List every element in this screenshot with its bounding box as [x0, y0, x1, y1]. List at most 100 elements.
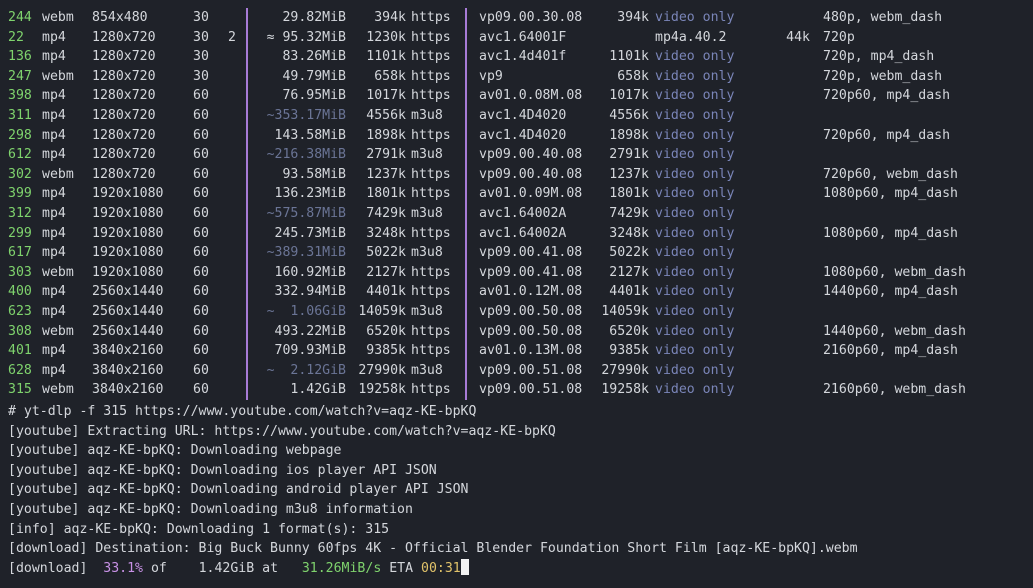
- format-vcodec: av01.0.12M.08: [479, 284, 583, 300]
- format-proto: https: [411, 29, 451, 45]
- format-proto: https: [411, 323, 451, 339]
- log-line: [youtube] aqz-KE-bpKQ: Downloading ios p…: [8, 462, 437, 478]
- format-id: 22: [8, 29, 24, 45]
- format-fps: 60: [193, 166, 209, 182]
- format-vbr: 1101k: [609, 49, 649, 65]
- format-acodec: video only: [655, 166, 735, 182]
- format-ext: mp4: [42, 225, 66, 241]
- format-res: 1280x720: [92, 68, 156, 84]
- eta-label: ETA: [389, 561, 414, 576]
- format-vcodec: av01.0.09M.08: [479, 186, 583, 202]
- format-vbr: 27990k: [601, 362, 649, 378]
- format-fps: 60: [193, 225, 209, 241]
- format-proto: m3u8: [411, 147, 443, 163]
- format-ext: webm: [42, 68, 74, 84]
- format-res: 2560x1440: [92, 284, 164, 300]
- format-size: ~353.17MiB: [266, 108, 346, 123]
- format-size: 76.95MiB: [282, 88, 346, 104]
- format-tbr: 2791k: [366, 147, 406, 163]
- format-id: 315: [8, 382, 32, 398]
- format-res: 1280x720: [92, 88, 156, 104]
- format-acodec: video only: [655, 245, 735, 261]
- format-ext: mp4: [42, 88, 66, 104]
- log-line: [youtube] aqz-KE-bpKQ: Downloading webpa…: [8, 443, 342, 459]
- format-fps: 30: [193, 49, 209, 65]
- format-vbr: 7429k: [609, 206, 649, 221]
- format-vcodec: vp09.00.51.08: [479, 362, 583, 378]
- terminal-window[interactable]: 244 webm 854x480 30 29.82MiB 394k https vp09.00…: [0, 0, 1033, 588]
- format-ch: 2: [228, 29, 236, 45]
- format-size: 332.94MiB: [274, 284, 346, 300]
- format-acodec: video only: [655, 10, 735, 25]
- format-more: 720p, webm_dash: [823, 68, 943, 84]
- format-vbr: 2791k: [609, 147, 649, 163]
- format-more: 1080p60, mp4_dash: [823, 186, 958, 202]
- format-res: 1920x1080: [92, 206, 164, 221]
- format-res: 1920x1080: [92, 264, 164, 280]
- format-acodec: video only: [655, 147, 735, 163]
- format-tbr: 4556k: [366, 108, 406, 123]
- format-more: 720p, mp4_dash: [823, 49, 935, 65]
- format-acodec: video only: [655, 68, 735, 84]
- format-ext: webm: [42, 382, 74, 398]
- format-vcodec: vp09.00.40.08: [479, 166, 583, 182]
- format-res: 1280x720: [92, 108, 156, 123]
- format-id: 299: [8, 225, 32, 241]
- format-tbr: 1237k: [366, 166, 406, 182]
- format-row: 303 webm 1920x1080 60 160.92MiB 2127k https vp0…: [0, 263, 1033, 283]
- log-line: [youtube] aqz-KE-bpKQ: Downloading andro…: [8, 482, 469, 498]
- format-proto: https: [411, 186, 451, 202]
- format-ext: mp4: [42, 343, 66, 359]
- format-fps: 60: [193, 284, 209, 300]
- format-vcodec: vp09.00.40.08: [479, 147, 583, 163]
- log-line: [youtube] aqz-KE-bpKQ: Downloading m3u8 …: [8, 502, 413, 517]
- format-id: 401: [8, 343, 32, 359]
- format-size: 83.26MiB: [282, 49, 346, 65]
- format-ext: webm: [42, 10, 74, 25]
- format-fps: 60: [193, 147, 209, 163]
- format-id: 399: [8, 186, 32, 202]
- format-vcodec: vp09.00.41.08: [479, 245, 583, 261]
- format-size: 1.42GiB: [290, 382, 346, 398]
- format-ext: webm: [42, 166, 74, 182]
- format-row: 315 webm 3840x2160 60 1.42GiB 19258k https vp09…: [0, 380, 1033, 400]
- format-res: 1920x1080: [92, 225, 164, 241]
- format-res: 2560x1440: [92, 304, 164, 319]
- format-more: 1080p60, mp4_dash: [823, 225, 958, 241]
- format-tbr: 6520k: [366, 323, 406, 339]
- format-vcodec: avc1.64002A: [479, 225, 567, 241]
- format-id: 247: [8, 68, 32, 84]
- format-vcodec: vp09.00.50.08: [479, 304, 583, 319]
- format-size: 493.22MiB: [274, 323, 346, 339]
- format-more: 1080p60, webm_dash: [823, 264, 966, 280]
- format-vbr: 1237k: [609, 166, 649, 182]
- format-acodec: video only: [655, 186, 735, 202]
- format-ext: webm: [42, 323, 74, 339]
- log-line: [youtube] Extracting URL: https://www.yo…: [8, 423, 556, 439]
- format-tbr: 1898k: [366, 127, 406, 143]
- format-vcodec: avc1.64001F: [479, 29, 567, 45]
- format-size: 709.93MiB: [274, 343, 346, 359]
- format-size: ~ 1.06GiB: [266, 304, 346, 319]
- format-row: 298 mp4 1280x720 60 143.58MiB 1898k https avc1.…: [0, 126, 1033, 146]
- format-ext: mp4: [42, 147, 66, 163]
- format-fps: 30: [193, 68, 209, 84]
- format-size: ~216.38MiB: [266, 147, 346, 163]
- format-vcodec: vp09.00.30.08: [479, 10, 583, 25]
- format-proto: m3u8: [411, 362, 443, 378]
- format-row: 312 mp4 1920x1080 60 ~575.87MiB 7429k m3u8 avc1…: [0, 204, 1033, 224]
- download-percent: 33.1%: [103, 561, 143, 576]
- format-acodec: video only: [655, 362, 735, 378]
- format-id: 623: [8, 304, 32, 319]
- format-more: 720p60, mp4_dash: [823, 88, 951, 104]
- format-vbr: 394k: [617, 10, 649, 25]
- format-tbr: 19258k: [358, 382, 406, 398]
- format-id: 398: [8, 88, 32, 104]
- format-id: 298: [8, 127, 32, 143]
- format-res: 3840x2160: [92, 343, 164, 359]
- format-proto: https: [411, 166, 451, 182]
- terminal-cursor[interactable]: [460, 559, 469, 575]
- format-ext: mp4: [42, 206, 66, 221]
- format-ext: mp4: [42, 362, 66, 378]
- format-row: 247 webm 1280x720 30 49.79MiB 658k https vp9 658…: [0, 67, 1033, 87]
